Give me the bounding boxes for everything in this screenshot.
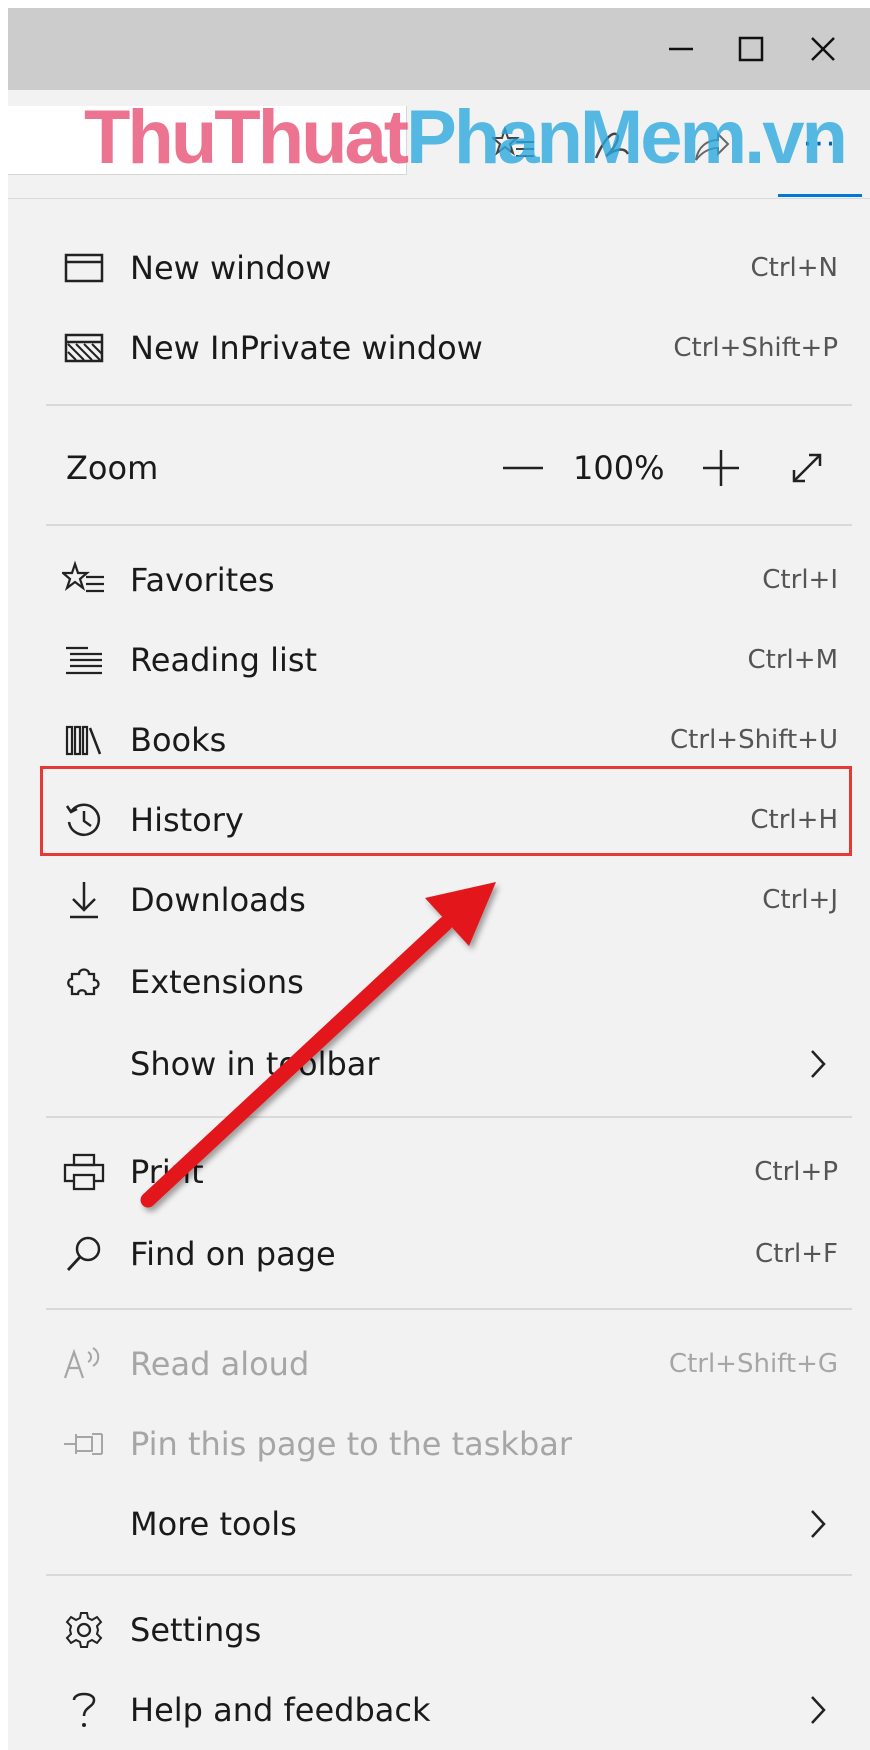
menu-item-shortcut: Ctrl+P [754,1157,838,1187]
full-screen-button[interactable] [783,446,831,490]
menu-item-shortcut: Ctrl+Shift+G [668,1349,838,1379]
inprivate-icon [60,324,108,372]
menu-item-new-inprivate-window[interactable]: New InPrivate window Ctrl+Shift+P [38,310,838,386]
menu-item-label: Show in toolbar [130,1045,380,1083]
pin-icon [60,1420,108,1468]
menu-item-favorites[interactable]: Favorites Ctrl+I [38,542,838,618]
menu-item-help-and-feedback[interactable]: Help and feedback [38,1672,838,1748]
menu-item-label: Pin this page to the taskbar [130,1425,573,1463]
menu-divider [46,1308,852,1310]
menu-item-label: Print [130,1153,204,1191]
watermark-text-part2: PhanMem.vn [406,95,848,180]
menu-divider [46,524,852,526]
menu-divider [46,404,852,406]
active-indicator [778,194,862,197]
printer-icon [60,1148,108,1196]
menu-item-shortcut: Ctrl+Shift+P [673,333,838,363]
menu-item-read-aloud[interactable]: Read aloud Ctrl+Shift+G [38,1326,838,1402]
minimize-icon [669,47,693,51]
menu-divider [46,1574,852,1576]
menu-item-print[interactable]: Print Ctrl+P [38,1134,838,1210]
toolbar-divider [8,198,870,199]
menu-item-label: Read aloud [130,1345,310,1383]
menu-item-label: Settings [130,1611,262,1649]
puzzle-icon [60,958,108,1006]
menu-item-label: Extensions [130,963,304,1001]
menu-item-downloads[interactable]: Downloads Ctrl+J [38,862,838,938]
books-icon [60,716,108,764]
menu-item-label: Reading list [130,641,318,679]
history-highlight-box [40,766,852,856]
zoom-row: Zoom 100% [38,426,838,510]
menu-item-label: New window [130,249,332,287]
favorites-icon [60,556,108,604]
browser-window: ··· New window Ctrl+N New InPrivate wind… [8,8,870,1750]
menu-item-label: More tools [130,1505,297,1543]
chevron-right-icon [798,1690,838,1730]
minimize-button[interactable] [646,8,716,90]
window-icon [60,244,108,292]
menu-item-label: New InPrivate window [130,329,483,367]
gear-icon [60,1606,108,1654]
plus-icon [703,450,739,486]
read-aloud-icon [60,1340,108,1388]
menu-divider [46,1116,852,1118]
menu-item-extensions[interactable]: Extensions [38,944,838,1020]
watermark-logo: ThuThuatPhanMem.vn [84,100,848,176]
menu-item-label: Find on page [130,1235,336,1273]
question-icon [60,1686,108,1734]
title-bar [8,8,870,90]
menu-item-find-on-page[interactable]: Find on page Ctrl+F [38,1216,838,1292]
close-button[interactable] [788,8,858,90]
maximize-icon [738,36,764,62]
zoom-out-button[interactable] [493,446,553,490]
reading-list-icon [60,636,108,684]
menu-item-label: Downloads [130,881,306,919]
chevron-right-icon [798,1504,838,1544]
close-icon [811,37,835,61]
menu-item-shortcut: Ctrl+J [762,885,838,915]
chevron-right-icon [798,1044,838,1084]
menu-item-label: Help and feedback [130,1691,431,1729]
maximize-button[interactable] [716,8,786,90]
menu-item-shortcut: Ctrl+N [750,253,839,283]
menu-item-pin-to-taskbar[interactable]: Pin this page to the taskbar [38,1406,838,1482]
watermark-text-part1: ThuThuat [84,95,409,180]
zoom-level: 100% [573,449,665,487]
menu-item-show-in-toolbar[interactable]: Show in toolbar [38,1026,838,1102]
menu-item-shortcut: Ctrl+I [762,565,838,595]
menu-item-new-window[interactable]: New window Ctrl+N [38,230,838,306]
menu-item-reading-list[interactable]: Reading list Ctrl+M [38,622,838,698]
menu-item-more-tools[interactable]: More tools [38,1486,838,1562]
minus-icon [503,466,543,470]
menu-item-shortcut: Ctrl+M [747,645,838,675]
menu-item-shortcut: Ctrl+F [754,1239,838,1269]
menu-item-label: Favorites [130,561,275,599]
search-icon [60,1230,108,1278]
full-screen-icon [792,453,822,483]
download-icon [60,876,108,924]
menu-item-settings[interactable]: Settings [38,1592,838,1668]
zoom-label: Zoom [66,449,159,487]
zoom-in-button[interactable] [693,446,749,490]
